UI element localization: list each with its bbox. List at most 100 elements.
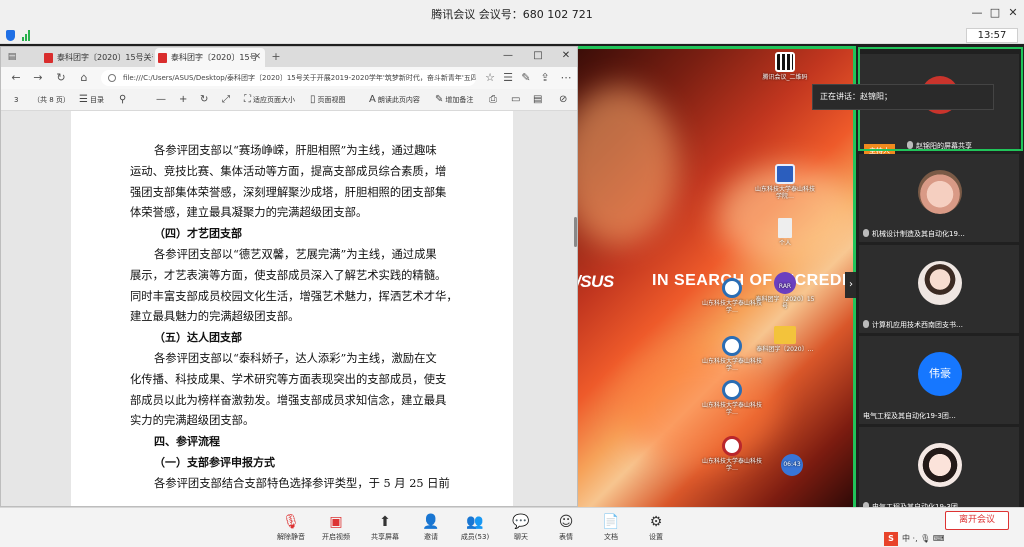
tab-actions-icon[interactable]: ▤ <box>5 50 19 64</box>
share-icon[interactable]: ⇪ <box>538 71 552 85</box>
minimize-button[interactable]: — <box>970 6 984 20</box>
chat-icon: 💬 <box>512 514 530 530</box>
unmute-button[interactable]: 🎙 解除静音 <box>268 514 314 542</box>
browser-tab-2[interactable]: 泰科团字〔2020〕15号 ✕ <box>155 48 265 67</box>
pen-icon[interactable]: ✎ <box>519 71 533 85</box>
fit-page-icon: ⛶ <box>244 94 251 105</box>
page-view-button[interactable]: ▯ 页面视图 <box>310 93 346 107</box>
desktop-icon[interactable]: 山东科技大学泰山科技学… <box>702 436 762 472</box>
desktop-icon[interactable]: 山东科技大学泰山科技学… <box>702 336 762 372</box>
read-aloud-icon: A <box>369 94 376 105</box>
desktop-icon[interactable]: 腾讯会议_二维码 <box>755 52 815 81</box>
members-button[interactable]: 👥 成员(53) <box>452 514 498 542</box>
add-note-button[interactable]: ✎ 增加备注 <box>435 93 473 107</box>
document-text-line: 实力的完满超级团支部。 <box>130 414 255 428</box>
document-text-line: 运动、竞技比赛、集体活动等方面，提高支部成员综合素质，增 <box>130 164 447 178</box>
participant-tile[interactable]: 伟豪 电气工程及其自动化19-3团… <box>859 336 1019 424</box>
desktop-icon[interactable]: RAR 泰科团字〔2020〕15号 <box>755 272 815 310</box>
close-button[interactable]: ✕ <box>1006 6 1020 20</box>
document-text-line: 化传播、科技成果、学术研究等方面表现突出的支部成员，使支 <box>130 372 447 386</box>
avatar <box>918 170 962 214</box>
zoom-in-icon[interactable]: + <box>179 93 189 107</box>
screen: 腾讯会议 会议号：680 102 721 — □ ✕ 13:57 ▤ 泰科团字〔… <box>0 0 1024 547</box>
toc-button[interactable]: ☰ 目录 <box>79 93 104 107</box>
fit-width-icon[interactable]: ⤢ <box>222 93 232 107</box>
participant-tile[interactable]: 计算机应用技术西南团支书… <box>859 245 1019 333</box>
participant-name: 电气工程及其自动化19-3团… <box>863 412 956 420</box>
document-scrollbar[interactable] <box>574 217 577 247</box>
participant-tile[interactable]: 机械设计制造及其自动化19… <box>859 154 1019 242</box>
search-icon[interactable]: ⚲ <box>119 93 128 107</box>
participant-name: 计算机应用技术西南团支书… <box>863 320 1013 330</box>
document-text-line: 各参评团支部结合支部特色选择参评类型，于 5 月 25 日前 <box>154 476 450 490</box>
shared-desktop: /SUS IN SEARCH OF INCREDIBLE 腾讯会议_二维码山东科… <box>578 46 856 507</box>
read-aloud-button[interactable]: A 朗读此页内容 <box>369 93 420 107</box>
zoom-out-icon[interactable]: — <box>156 93 168 107</box>
maximize-button[interactable]: □ <box>988 6 1002 20</box>
desktop-icon-label: 泰科团字〔2020〕… <box>756 346 814 353</box>
browser-tab-1[interactable]: 泰科团字〔2020〕15号关于 <box>41 48 153 67</box>
shield-icon[interactable] <box>6 30 15 41</box>
info-icon <box>108 74 116 82</box>
desktop-icon[interactable]: 山东科技大学泰山科技学院… <box>755 164 815 200</box>
start-video-button[interactable]: ▣ 开启视频 <box>313 514 359 542</box>
share-frame-top <box>578 46 856 49</box>
home-icon[interactable]: ⌂ <box>77 71 91 85</box>
browser-minimize-button[interactable]: — <box>501 49 515 63</box>
desktop-icon-label: 山东科技大学泰山科技学… <box>702 458 763 472</box>
address-input[interactable]: file:///C:/Users/ASUS/Desktop/泰科团字〔2020〕… <box>101 70 476 86</box>
page-number-input[interactable]: 3 <box>14 93 18 107</box>
rar-icon: RAR <box>774 272 796 294</box>
page-view-label: 页面视图 <box>317 96 346 104</box>
desktop-icon[interactable]: 06:43 <box>762 454 822 478</box>
desktop-icon-label: 个人 <box>778 240 791 247</box>
browser-maximize-button[interactable]: □ <box>531 49 545 63</box>
document-heading: （一）支部参评申报方式 <box>154 456 275 469</box>
avatar: 伟豪 <box>918 352 962 396</box>
meeting-clock: 13:57 <box>966 28 1018 43</box>
invite-button[interactable]: 👤 邀请 <box>408 514 454 542</box>
desktop-icon[interactable]: 山东科技大学泰山科技学… <box>702 278 762 314</box>
desktop-icon-label: 山东科技大学泰山科技学… <box>702 358 763 372</box>
new-tab-button[interactable]: + <box>269 50 283 64</box>
save-as-icon[interactable]: ▤ <box>533 93 544 107</box>
save-icon[interactable]: ▭ <box>511 93 522 107</box>
documents-button[interactable]: 📄 文档 <box>588 514 634 542</box>
leave-meeting-button[interactable]: 离开会议 <box>945 511 1009 530</box>
seal-icon <box>722 336 742 356</box>
document-text-line: 部成员以此为榜样奋激勃发。增强支部成员求知信念，建立最具 <box>130 393 447 407</box>
favorites-icon[interactable]: ☰ <box>501 71 515 85</box>
browser-close-button[interactable]: ✕ <box>559 49 573 63</box>
desktop-icon[interactable]: 山东科技大学泰山科技学… <box>702 380 762 416</box>
pin-icon[interactable]: ⊘ <box>559 93 569 107</box>
rotate-icon[interactable]: ↻ <box>200 93 210 107</box>
print-icon[interactable]: ⎙ <box>489 93 499 107</box>
back-icon[interactable]: ← <box>9 71 23 85</box>
document-text-line: 各参评团支部以“赛场峥嵘，肝胆相照”为主线，通过趣味 <box>154 144 437 157</box>
favorite-star-icon[interactable]: ☆ <box>483 71 497 85</box>
document-viewport[interactable]: 各参评团支部以“赛场峥嵘，肝胆相照”为主线，通过趣味运动、竞技比赛、集体活动等方… <box>1 111 577 506</box>
meeting-title-bar: 腾讯会议 会议号：680 102 721 — □ ✕ <box>0 0 1024 27</box>
settings-button[interactable]: ⚙ 设置 <box>633 514 679 542</box>
forward-icon[interactable]: → <box>31 71 45 85</box>
meeting-toolbar: 🎙 解除静音 ▣ 开启视频 ⬆ 共享屏幕 👤 邀请 👥 成员(53) 💬 聊天 ☺ 表情 📄 文档 ⚙ 设置 <box>0 507 1024 547</box>
fit-page-button[interactable]: ⛶ 适应页面大小 <box>244 93 295 107</box>
desktop-icon[interactable]: 泰科团字〔2020〕… <box>755 326 815 353</box>
more-icon[interactable]: ⋯ <box>559 71 573 85</box>
share-screen-icon: ⬆ <box>379 514 391 530</box>
desktop-icon[interactable]: 个人 <box>755 218 815 247</box>
reactions-button[interactable]: ☺ 表情 <box>543 514 589 542</box>
page-total: （共 8 页） <box>33 96 70 104</box>
signal-icon[interactable] <box>22 30 34 41</box>
chat-button[interactable]: 💬 聊天 <box>498 514 544 542</box>
file-icon <box>778 218 792 238</box>
settings-label: 设置 <box>649 533 663 541</box>
close-tab-icon[interactable]: ✕ <box>253 48 261 67</box>
note-icon: ✎ <box>435 94 444 105</box>
page-view-icon: ▯ <box>310 94 316 105</box>
desktop-icon-label: 山东科技大学泰山科技学… <box>702 300 763 314</box>
participant-tile[interactable]: 电气工程及其自动化19-3团 <box>859 427 1019 515</box>
refresh-icon[interactable]: ↻ <box>54 71 68 85</box>
ime-toolbar[interactable]: S 中 ·, 🎙 ⌨ <box>884 531 1024 547</box>
share-screen-button[interactable]: ⬆ 共享屏幕 <box>362 514 408 542</box>
